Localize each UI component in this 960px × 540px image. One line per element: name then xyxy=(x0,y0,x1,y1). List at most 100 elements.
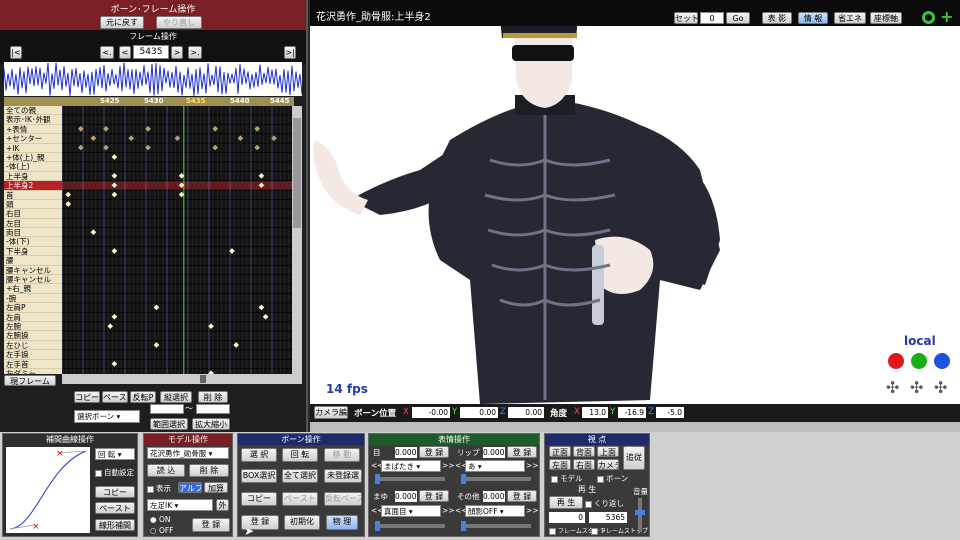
pos-z-input[interactable]: 0.00 xyxy=(508,407,544,418)
bone-select-button[interactable]: 選 択 xyxy=(241,448,277,462)
bone-row[interactable]: 左腕 xyxy=(4,322,62,332)
grid-row[interactable] xyxy=(62,303,292,312)
bone-row[interactable]: 上半身 xyxy=(4,172,62,182)
rotate-z-icon[interactable] xyxy=(934,353,950,369)
interp-paste-button[interactable]: ペースト xyxy=(95,502,135,514)
next-frame-button[interactable]: > xyxy=(171,46,183,59)
bone-row[interactable]: 表示･IK･外観 xyxy=(4,115,62,125)
bone-reset-button[interactable]: 初期化 xyxy=(284,515,320,530)
timeline-horizontal-scrollbar[interactable] xyxy=(62,374,302,384)
auto-setting-checkbox[interactable]: 自動設定 xyxy=(95,467,134,478)
info-button[interactable]: 情 報 xyxy=(798,12,828,24)
frame-start-check[interactable] xyxy=(549,528,556,535)
grid-row[interactable] xyxy=(62,153,292,162)
bone-rotate-button[interactable]: 回 転 xyxy=(282,448,318,462)
eye-value-input[interactable]: 0.000 xyxy=(395,447,417,458)
bone-row[interactable]: +IK xyxy=(4,144,62,153)
grid-row[interactable] xyxy=(62,228,292,237)
zoom-icon[interactable] xyxy=(922,11,935,24)
bone-row[interactable]: 腰 xyxy=(4,256,62,266)
last-frame-button[interactable]: >| xyxy=(284,46,296,59)
brow-value-input[interactable]: 0.000 xyxy=(395,491,417,502)
bone-row[interactable]: 左手捩 xyxy=(4,350,62,360)
bone-reverse-paste-button[interactable]: 反転ペースト xyxy=(324,492,362,506)
first-frame-button[interactable]: |< xyxy=(10,46,22,59)
shadow-button[interactable]: 表 影 xyxy=(762,12,792,24)
other-register-button[interactable]: 登 録 xyxy=(507,490,537,502)
right-view-button[interactable]: 右面 xyxy=(573,459,595,470)
model-dropdown[interactable]: 花沢勇作_勛骨服 ▾ xyxy=(147,447,229,459)
eye-morph-dropdown[interactable]: まばたき ▾ xyxy=(381,460,441,472)
bone-row[interactable]: 右目 xyxy=(4,209,62,219)
grid-row[interactable] xyxy=(62,247,292,256)
eye-register-button[interactable]: 登 録 xyxy=(419,446,449,458)
lip-slider-thumb[interactable] xyxy=(461,474,466,484)
redo-button[interactable]: やり直し xyxy=(156,16,202,29)
bone-row[interactable]: -体(上) xyxy=(4,162,62,172)
keyframe-grid[interactable] xyxy=(62,106,292,374)
range-select-button[interactable]: 範囲選択 xyxy=(150,418,188,430)
set-button[interactable]: セット xyxy=(674,12,698,24)
move-x-icon[interactable]: ✣ xyxy=(886,378,899,397)
bone-move-button[interactable]: 移 動 xyxy=(324,448,360,462)
grid-row[interactable] xyxy=(62,237,292,246)
lip-value-input[interactable]: 0.000 xyxy=(483,447,505,458)
camera-view-button[interactable]: カメラ xyxy=(597,459,619,470)
volume-slider[interactable] xyxy=(635,498,645,532)
grid-row[interactable] xyxy=(62,115,292,124)
grid-row[interactable] xyxy=(62,275,292,284)
brow-next-button[interactable]: >> xyxy=(442,506,455,515)
grid-row[interactable] xyxy=(62,106,292,115)
bone-row[interactable]: 頭 xyxy=(4,200,62,210)
timeline-vertical-scrollbar[interactable] xyxy=(292,106,302,374)
other-value-input[interactable]: 0.000 xyxy=(483,491,505,502)
view-bone-check[interactable] xyxy=(597,475,604,483)
grid-row[interactable] xyxy=(62,331,292,340)
next-key-button[interactable]: >. xyxy=(188,46,202,59)
frame-stop-check[interactable] xyxy=(591,528,598,535)
back-view-button[interactable]: 背面 xyxy=(573,446,595,457)
bone-row[interactable]: 全ての親 xyxy=(4,106,62,116)
reverse-paste-button[interactable]: 反転P xyxy=(130,391,156,403)
grid-row[interactable] xyxy=(62,200,292,209)
repeat-checkbox[interactable]: くり返し xyxy=(585,498,624,509)
brow-morph-dropdown[interactable]: 真面目 ▾ xyxy=(381,505,441,517)
ik-off-radio[interactable]: ○ OFF xyxy=(150,526,173,535)
interp-copy-button[interactable]: コピー xyxy=(95,486,135,498)
bone-row[interactable]: -腕 xyxy=(4,294,62,304)
keyframe-grid-graphic[interactable] xyxy=(62,106,292,374)
model-delete-button[interactable]: 削 除 xyxy=(189,464,229,477)
box-select-button[interactable]: BOX選択 xyxy=(241,469,277,483)
eye-next-button[interactable]: >> xyxy=(442,461,455,470)
play-from-input[interactable]: 0 xyxy=(549,512,585,523)
bone-row[interactable]: -体(下) xyxy=(4,237,62,247)
other-slider[interactable] xyxy=(461,521,531,531)
lip-morph-dropdown[interactable]: あ ▾ xyxy=(465,460,525,472)
zoom-button[interactable]: 拡大縮小 xyxy=(192,418,230,430)
bone-row[interactable]: +右_親 xyxy=(4,284,62,294)
bone-row[interactable]: 左ダミー xyxy=(4,369,62,374)
angle-x-input[interactable]: 13.0 xyxy=(582,407,608,418)
interp-rotate-dropdown[interactable]: 回 転 ▾ xyxy=(95,448,135,460)
grid-row[interactable] xyxy=(62,171,292,181)
pos-x-input[interactable]: -0.00 xyxy=(412,407,450,418)
lip-register-button[interactable]: 登 録 xyxy=(507,446,537,458)
ik-dropdown[interactable]: 左足IK ▾ xyxy=(147,499,213,511)
view-model-radio[interactable]: モデル xyxy=(551,473,583,484)
bone-row[interactable]: 腰キャンセル xyxy=(4,266,62,276)
local-mode-label[interactable]: local xyxy=(904,334,936,348)
front-view-button[interactable]: 正面 xyxy=(549,446,571,457)
rotate-y-icon[interactable] xyxy=(911,353,927,369)
undo-button[interactable]: 元に戻す xyxy=(100,16,144,29)
view-model-check[interactable] xyxy=(551,475,558,483)
repeat-check[interactable] xyxy=(585,500,592,508)
play-to-input[interactable]: 5365 xyxy=(589,512,627,523)
grid-row[interactable] xyxy=(62,181,292,190)
linear-interp-button[interactable]: 線形補間 xyxy=(95,519,135,531)
play-button[interactable]: 再 生 xyxy=(549,496,583,509)
grid-row[interactable] xyxy=(62,256,292,265)
range-end-input[interactable] xyxy=(196,404,230,414)
3d-viewport[interactable] xyxy=(310,10,960,404)
select-all-button[interactable]: 全て選択 xyxy=(282,469,318,483)
volume-slider-thumb[interactable] xyxy=(635,510,645,515)
